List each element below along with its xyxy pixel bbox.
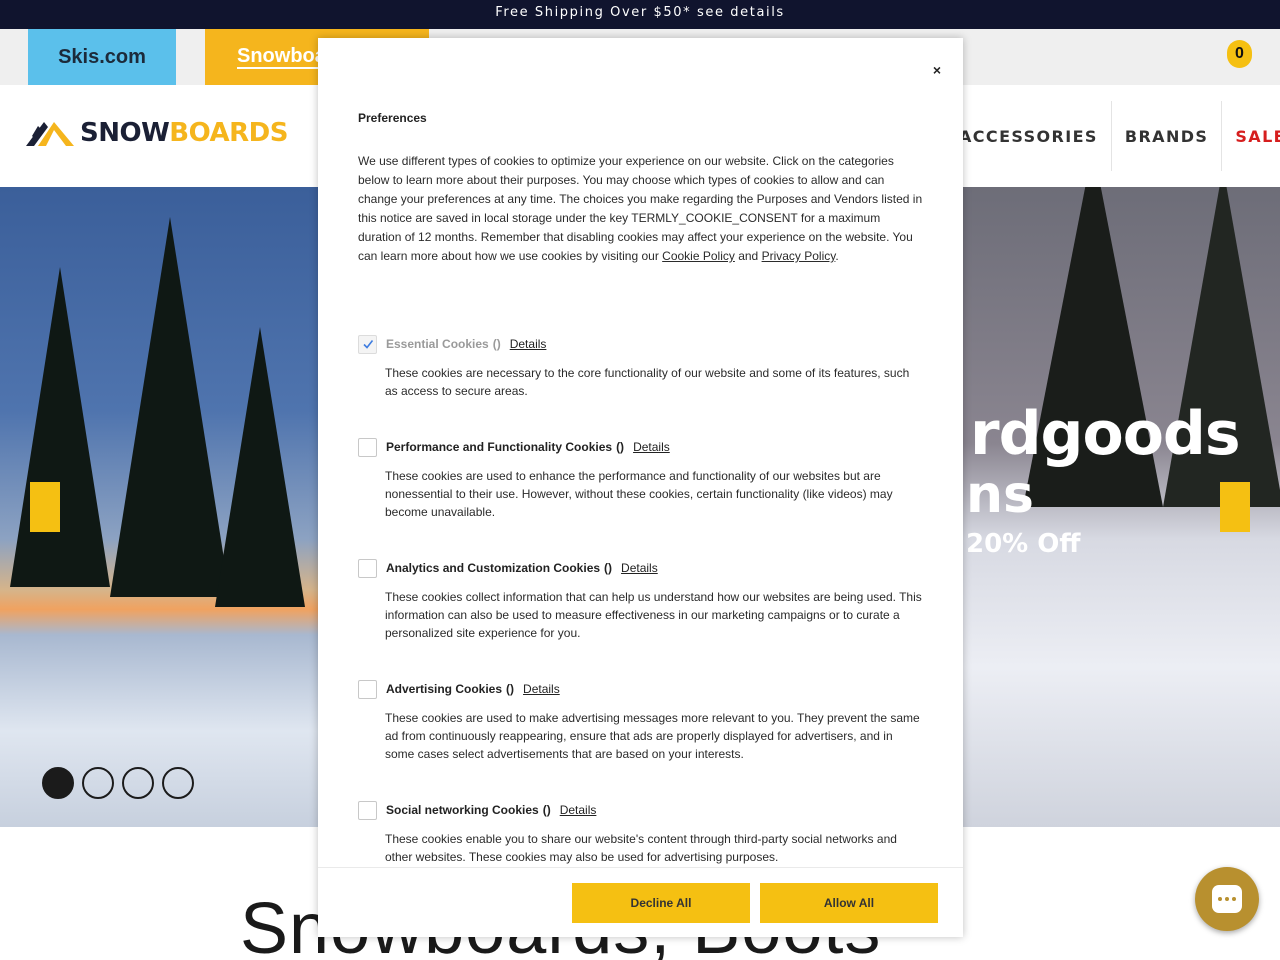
category-count: ()	[616, 440, 625, 454]
slide-dots	[42, 767, 194, 799]
category-name: Performance and Functionality Cookies	[386, 440, 613, 454]
category-description: These cookies are used to enhance the pe…	[385, 469, 893, 519]
cookie-category-analytics: Analytics and Customization Cookies () D…	[358, 558, 928, 642]
category-count: ()	[604, 561, 613, 575]
preferences-intro: We use different types of cookies to opt…	[358, 154, 923, 263]
details-link[interactable]: Details	[523, 682, 560, 696]
hero-headline-line1: rdgoods	[970, 399, 1241, 469]
nav-brands[interactable]: BRANDS	[1112, 101, 1222, 171]
main-nav: ACCESSORIES BRANDS SALE	[946, 101, 1280, 171]
category-description: These cookies are necessary to the core …	[385, 366, 910, 398]
details-link[interactable]: Details	[633, 440, 670, 454]
announcement-bar[interactable]: Free Shipping Over $50* see details	[0, 0, 1280, 29]
close-icon[interactable]: ×	[933, 62, 941, 78]
slide-dot-2[interactable]	[82, 767, 114, 799]
decline-all-button[interactable]: Decline All	[572, 883, 750, 923]
cookie-category-essential: Essential Cookies () Details These cooki…	[358, 334, 928, 400]
category-name: Social networking Cookies	[386, 803, 539, 817]
category-count: ()	[492, 337, 501, 351]
slide-dot-1[interactable]	[42, 767, 74, 799]
mountain-logo-icon	[26, 122, 74, 146]
logo-wordmark: SNOWBOARDS	[80, 118, 288, 148]
nav-sale[interactable]: SALE	[1222, 101, 1280, 171]
tree-silhouette	[110, 217, 230, 597]
category-name: Essential Cookies	[386, 337, 489, 351]
checkmark-icon	[362, 340, 373, 349]
cart-count-badge[interactable]: 0	[1227, 40, 1252, 68]
chat-button[interactable]	[1195, 867, 1259, 931]
slide-dot-4[interactable]	[162, 767, 194, 799]
tree-silhouette	[215, 327, 305, 607]
allow-all-button[interactable]: Allow All	[760, 883, 938, 923]
details-link[interactable]: Details	[621, 561, 658, 575]
next-slide-button[interactable]	[1220, 482, 1250, 532]
hero-discount: 20% Off	[966, 529, 1081, 559]
nav-accessories[interactable]: ACCESSORIES	[946, 101, 1111, 171]
preferences-title: Preferences	[358, 111, 427, 125]
category-count: ()	[506, 682, 515, 696]
tree-silhouette	[10, 267, 110, 587]
skis-site-tab[interactable]: Skis.com	[28, 29, 176, 85]
hero-headline-line2: ns	[966, 465, 1034, 525]
cookie-category-advertising: Advertising Cookies () Details These coo…	[358, 679, 928, 763]
chat-icon	[1212, 885, 1242, 913]
category-description: These cookies are used to make advertisi…	[385, 711, 920, 761]
category-name: Analytics and Customization Cookies	[386, 561, 601, 575]
category-count: ()	[542, 803, 551, 817]
category-description: These cookies enable you to share our we…	[385, 832, 897, 864]
announcement-text: Free Shipping Over $50* see details	[495, 5, 785, 20]
cookie-category-social: Social networking Cookies () Details The…	[358, 800, 928, 866]
category-description: These cookies collect information that c…	[385, 590, 922, 640]
details-link[interactable]: Details	[510, 337, 547, 351]
cookie-preferences-modal: Preferences We use different types of co…	[318, 38, 963, 937]
advertising-checkbox[interactable]	[358, 679, 377, 699]
details-link[interactable]: Details	[560, 803, 597, 817]
category-name: Advertising Cookies	[386, 682, 503, 696]
essential-checkbox	[358, 334, 377, 354]
performance-checkbox[interactable]	[358, 437, 377, 457]
modal-body[interactable]: Preferences We use different types of co…	[318, 38, 963, 867]
modal-footer: Decline All Allow All	[318, 867, 963, 937]
social-checkbox[interactable]	[358, 800, 377, 820]
cookie-policy-link[interactable]: Cookie Policy	[662, 249, 735, 263]
slide-dot-3[interactable]	[122, 767, 154, 799]
cookie-category-performance: Performance and Functionality Cookies ()…	[358, 437, 928, 521]
privacy-policy-link[interactable]: Privacy Policy	[762, 249, 836, 263]
site-logo[interactable]: SNOWBOARDS	[24, 113, 288, 153]
prev-slide-button[interactable]	[30, 482, 60, 532]
analytics-checkbox[interactable]	[358, 558, 377, 578]
